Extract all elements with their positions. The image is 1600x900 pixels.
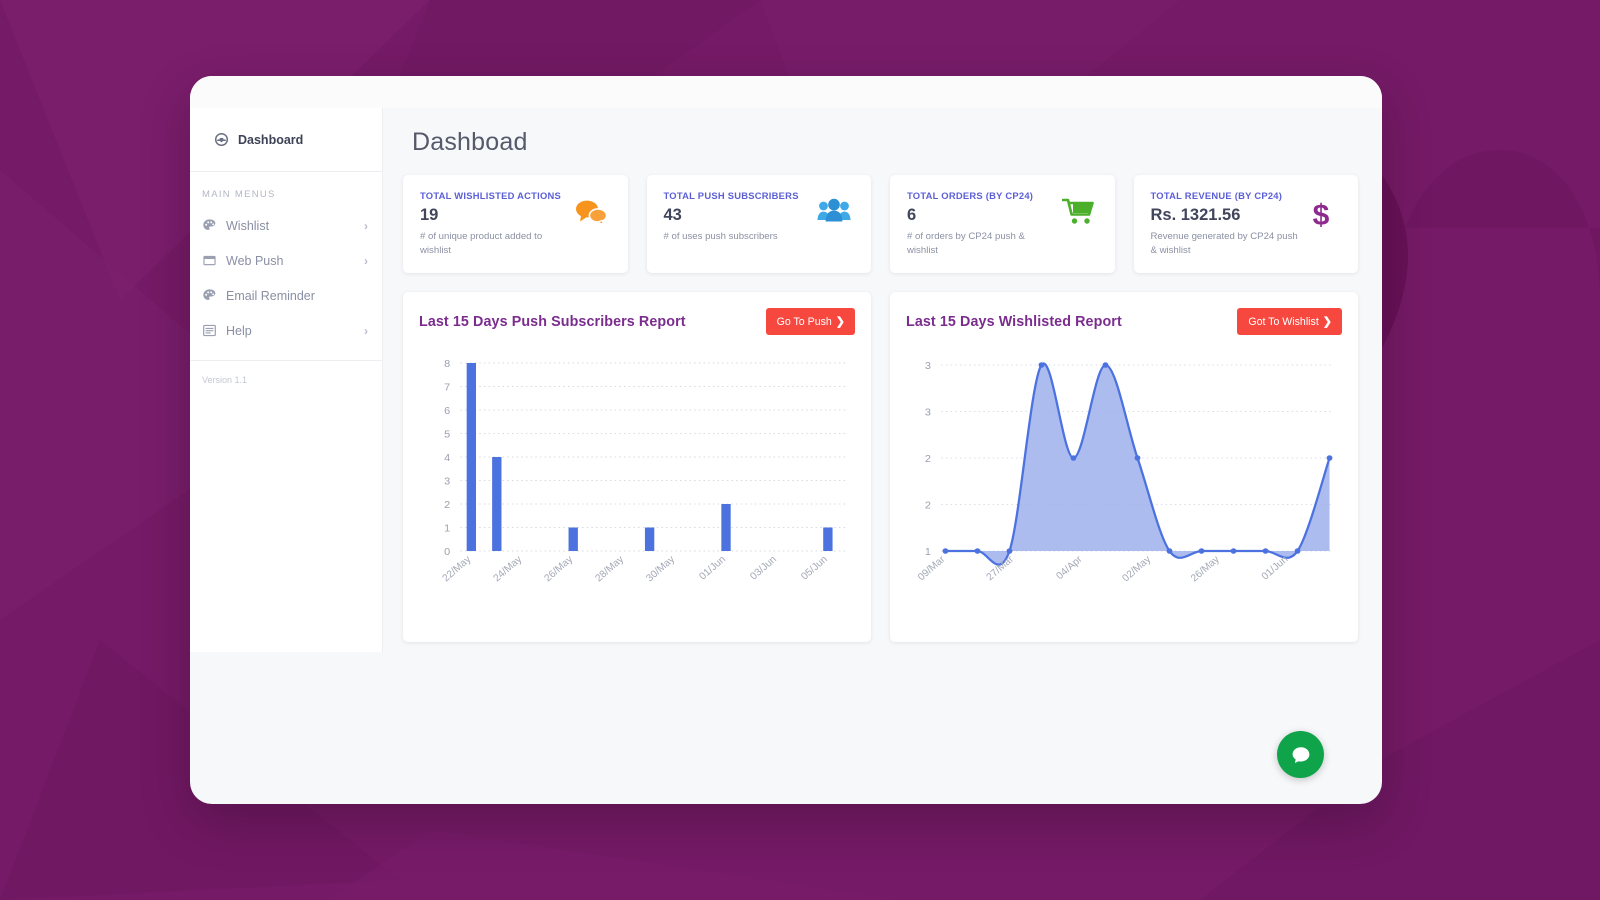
svg-text:6: 6: [444, 405, 450, 417]
page-title: Dashboad: [412, 128, 528, 156]
stat-card-text: TOTAL ORDERS (BY CP24) 6 # of orders by …: [907, 190, 1055, 259]
svg-text:5: 5: [444, 429, 450, 441]
stat-card-value: 19: [420, 206, 439, 224]
sidebar-item-dashboard[interactable]: Dashboard: [202, 122, 382, 157]
svg-text:4: 4: [444, 452, 450, 464]
stat-card-push-subscribers[interactable]: TOTAL PUSH SUBSCRIBERS 43 # of uses push…: [646, 175, 871, 273]
chat-bubbles-icon: [568, 198, 614, 225]
sidebar-item-email-reminder[interactable]: Email Reminder: [190, 278, 382, 313]
svg-text:1: 1: [925, 546, 931, 558]
push-bar-chart-svg: 8 7 6 5 4 3 2 1 022/May 24/May 26/May 28/May 30/May 0…: [441, 358, 847, 585]
shopping-cart-icon: [1055, 198, 1101, 226]
svg-text:26/May: 26/May: [542, 554, 575, 585]
svg-text:1: 1: [444, 523, 450, 535]
sidebar-item-wishlist[interactable]: Wishlist ›: [190, 208, 382, 243]
app-window: Dashboard MAIN MENUS Wishlist › Web Push…: [190, 76, 1382, 804]
stat-card-title: TOTAL PUSH SUBSCRIBERS: [663, 190, 799, 201]
svg-text:2: 2: [444, 499, 450, 511]
sidebar-section-label: MAIN MENUS: [202, 189, 276, 200]
stat-card-title: TOTAL REVENUE (BY CP24): [1150, 190, 1283, 201]
svg-text:2: 2: [925, 453, 931, 465]
chevron-right-icon: ›: [364, 323, 368, 338]
window-topbar: [190, 76, 1382, 108]
sidebar-top: Dashboard: [190, 108, 382, 172]
sidebar-version: Version 1.1: [202, 375, 248, 385]
svg-text:01/Jun: 01/Jun: [697, 554, 728, 582]
sidebar-item-label: Wishlist: [226, 218, 270, 233]
stat-card-total-revenue[interactable]: TOTAL REVENUE (BY CP24) Rs. 1321.56 Reve…: [1133, 175, 1358, 273]
svg-text:22/May: 22/May: [441, 554, 474, 585]
stat-card-text: TOTAL PUSH SUBSCRIBERS 43 # of uses push…: [664, 190, 812, 259]
stat-card-text: TOTAL REVENUE (BY CP24) Rs. 1321.56 Reve…: [1151, 190, 1299, 259]
wishlist-area-chart-svg: 3322109/Mar 27/Mar 04/Apr 02/May 26/May 01/Ju…: [916, 360, 1334, 585]
chart-title: Last 15 Days Push Subscribers Report: [419, 313, 686, 330]
svg-text:8: 8: [444, 358, 450, 370]
stat-card-title: TOTAL ORDERS (BY CP24): [907, 190, 1034, 201]
speedometer-icon: [214, 132, 229, 147]
svg-text:01/Jun: 01/Jun: [1260, 554, 1291, 582]
window-icon: [202, 253, 217, 268]
go-to-wishlist-button[interactable]: Got To Wishlist ❯: [1237, 308, 1342, 335]
chart-card-row: Last 15 Days Push Subscribers Report Go …: [403, 292, 1358, 642]
chart-title: Last 15 Days Wishlisted Report: [906, 313, 1122, 330]
svg-text:3: 3: [925, 360, 931, 372]
chart-header: Last 15 Days Wishlisted Report Got To Wi…: [906, 308, 1342, 335]
go-to-push-button[interactable]: Go To Push ❯: [765, 308, 855, 335]
svg-text:2: 2: [925, 500, 931, 512]
wishlist-area-chart[interactable]: 3 3 2 2 1 09/Mar 27/Mar 04/Apr 02/May 26/May 01/Ju…: [906, 355, 1342, 610]
chevron-right-icon: ›: [364, 253, 368, 268]
svg-text:0: 0: [444, 546, 450, 558]
sidebar-item-label: Email Reminder: [226, 288, 315, 303]
stat-card-text: TOTAL WISHLISTED ACTIONS 19 # of unique …: [420, 190, 568, 259]
svg-text:3: 3: [925, 407, 931, 419]
svg-text:7: 7: [444, 382, 450, 394]
app-body: Dashboard MAIN MENUS Wishlist › Web Push…: [190, 108, 1382, 652]
svg-text:05/Jun: 05/Jun: [799, 554, 830, 582]
svg-text:02/May: 02/May: [1120, 554, 1153, 585]
chart-card-push-report: Last 15 Days Push Subscribers Report Go …: [403, 292, 871, 642]
go-to-push-button-label: Go To Push: [776, 315, 832, 328]
chat-widget-button[interactable]: [1277, 731, 1324, 778]
stat-card-row: TOTAL WISHLISTED ACTIONS 19 # of unique …: [403, 175, 1358, 273]
sidebar-item-label: Web Push: [226, 253, 284, 268]
sidebar-item-help[interactable]: Help ›: [190, 313, 382, 348]
palette-icon: [202, 218, 217, 233]
svg-text:28/May: 28/May: [593, 554, 626, 585]
stat-card-description: Revenue generated by CP24 push & wishlis…: [1150, 231, 1298, 256]
svg-text:24/May: 24/May: [492, 554, 525, 585]
stat-card-description: # of orders by CP24 push & wishlist: [907, 231, 1025, 256]
main-content: Dashboad TOTAL WISHLISTED ACTIONS 19 # o…: [383, 108, 1382, 652]
stat-card-total-orders[interactable]: TOTAL ORDERS (BY CP24) 6 # of orders by …: [890, 175, 1115, 273]
chart-card-wishlist-report: Last 15 Days Wishlisted Report Got To Wi…: [890, 292, 1358, 642]
palette-icon: [202, 288, 217, 303]
chevron-right-icon: ›: [364, 218, 368, 233]
svg-text:04/Apr: 04/Apr: [1054, 554, 1085, 582]
chevron-right-icon: ❯: [835, 316, 845, 328]
chevron-right-icon: ❯: [1322, 316, 1332, 328]
users-group-icon: [811, 198, 857, 224]
stat-card-description: # of unique product added to wishlist: [420, 231, 543, 256]
svg-text:$: $: [1313, 199, 1330, 230]
stat-card-value: 43: [663, 206, 682, 224]
stat-card-wishlisted-actions[interactable]: TOTAL WISHLISTED ACTIONS 19 # of unique …: [403, 175, 628, 273]
stat-card-value: 6: [907, 206, 917, 224]
chart-header: Last 15 Days Push Subscribers Report Go …: [419, 308, 855, 335]
list-icon: [202, 323, 217, 338]
dollar-sign-icon: $: [1298, 198, 1344, 230]
sidebar-item-web-push[interactable]: Web Push ›: [190, 243, 382, 278]
svg-text:3: 3: [444, 476, 450, 488]
svg-text:09/Mar: 09/Mar: [916, 554, 948, 583]
sidebar: Dashboard MAIN MENUS Wishlist › Web Push…: [190, 108, 383, 652]
sidebar-item-label: Dashboard: [238, 132, 304, 147]
push-bar-chart[interactable]: 8 7 6 5 4 3 2 1 0 22/May 24/May 26/May 28/May 30/May 0…: [419, 355, 855, 610]
chat-bubble-icon: [1292, 746, 1309, 763]
svg-text:30/May: 30/May: [644, 554, 677, 585]
stat-card-description: # of uses push subscribers: [663, 231, 778, 242]
svg-text:03/Jun: 03/Jun: [748, 554, 779, 582]
sidebar-item-label: Help: [226, 323, 252, 338]
svg-text:26/May: 26/May: [1189, 554, 1222, 585]
go-to-wishlist-button-label: Got To Wishlist: [1248, 315, 1319, 328]
stat-card-title: TOTAL WISHLISTED ACTIONS: [420, 190, 562, 201]
stat-card-value: Rs. 1321.56: [1150, 206, 1241, 224]
